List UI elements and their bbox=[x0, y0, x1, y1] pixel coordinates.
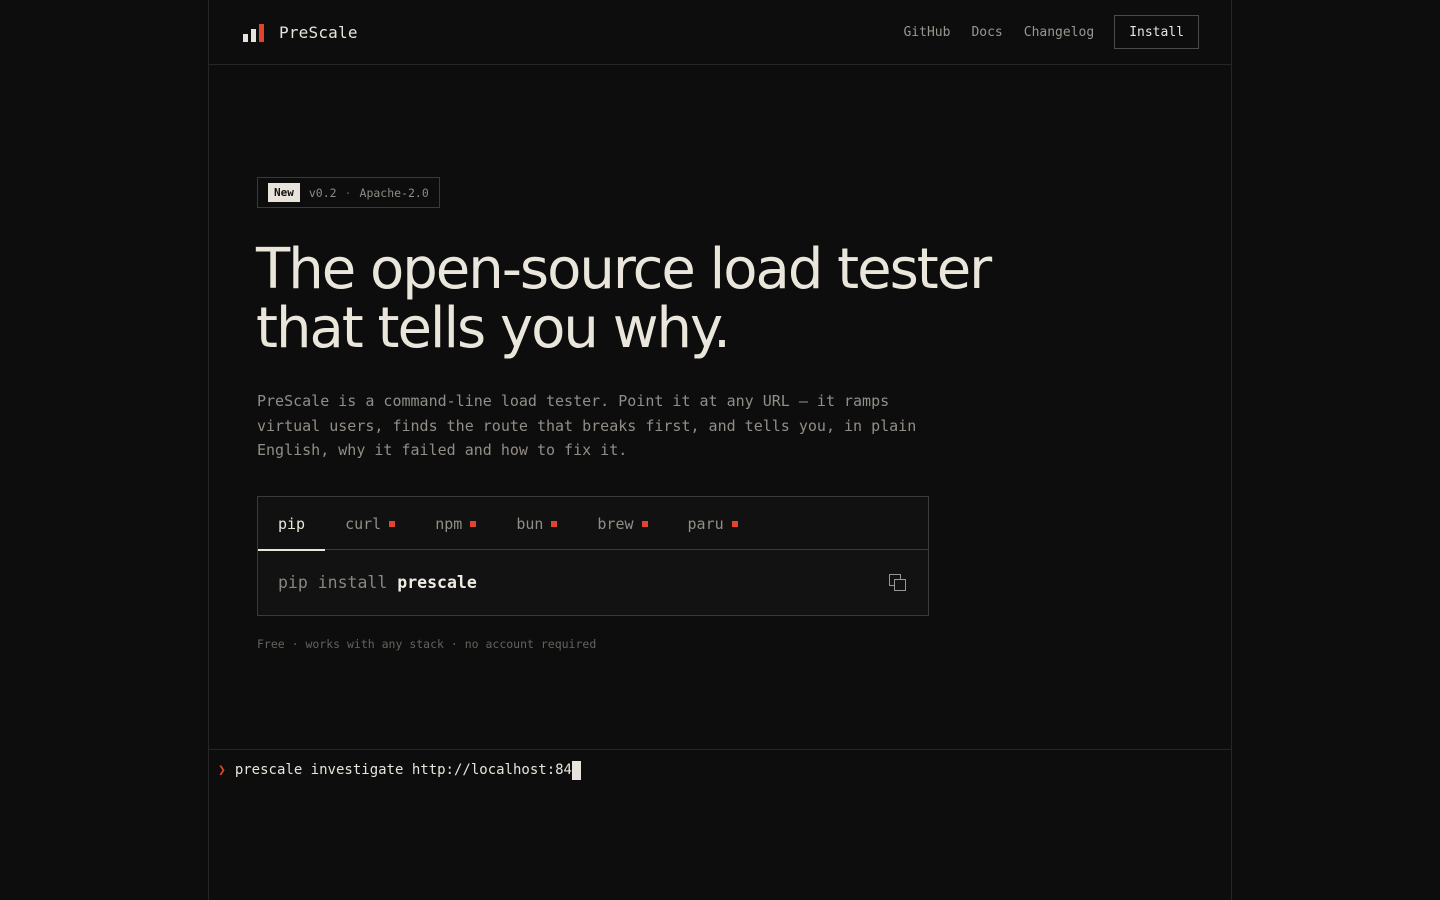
brand-name: PreScale bbox=[279, 22, 358, 42]
hero-title-line-1: The open-source load tester bbox=[256, 237, 992, 302]
top-nav: GitHub Docs Changelog Install bbox=[903, 15, 1199, 49]
install-tabs: pip curl npm bun brew paru bbox=[258, 497, 928, 551]
terminal-input: prescale investigate http://localhost:84 bbox=[234, 762, 572, 778]
license-text: Apache-2.0 bbox=[359, 185, 429, 200]
tab-curl[interactable]: curl bbox=[325, 497, 415, 550]
install-footnote: Free · works with any stack · no account… bbox=[257, 637, 597, 651]
tab-label: bun bbox=[516, 514, 544, 533]
tab-paru[interactable]: paru bbox=[668, 497, 758, 550]
command-package: prescale bbox=[397, 573, 477, 592]
square-marker-icon bbox=[731, 520, 738, 527]
tab-label: brew bbox=[597, 514, 634, 533]
tab-bun[interactable]: bun bbox=[496, 497, 577, 550]
tab-label: curl bbox=[345, 514, 382, 533]
version-text: v0.2 bbox=[308, 185, 337, 200]
hero-description: PreScale is a command-line load tester. … bbox=[257, 392, 917, 459]
tab-label: pip bbox=[278, 514, 306, 533]
bar-chart-icon bbox=[242, 20, 268, 44]
new-tag: New bbox=[268, 183, 300, 202]
square-marker-icon bbox=[470, 520, 477, 527]
badge-separator: · bbox=[344, 185, 352, 200]
copy-icon[interactable] bbox=[888, 573, 908, 593]
install-button[interactable]: Install bbox=[1114, 15, 1199, 49]
square-marker-icon bbox=[389, 520, 396, 527]
nav-link-docs[interactable]: Docs bbox=[971, 25, 1002, 40]
nav-link-changelog[interactable]: Changelog bbox=[1024, 25, 1094, 40]
hero-title: The open-source load tester that tells y… bbox=[256, 240, 1116, 358]
command-prefix: pip install bbox=[278, 573, 388, 592]
tab-label: paru bbox=[687, 514, 724, 533]
site-header: PreScale GitHub Docs Changelog Install bbox=[209, 0, 1231, 65]
version-badge: New v0.2 · Apache-2.0 bbox=[257, 177, 440, 208]
install-panel: pip curl npm bun brew paru pip install p… bbox=[257, 496, 929, 616]
hero-title-line-2: that tells you why. bbox=[256, 296, 731, 361]
text-cursor bbox=[571, 760, 581, 780]
tab-pip[interactable]: pip bbox=[258, 497, 326, 551]
tab-brew[interactable]: brew bbox=[577, 497, 667, 550]
page-frame: PreScale GitHub Docs Changelog Install N… bbox=[208, 0, 1232, 900]
square-marker-icon bbox=[551, 520, 558, 527]
tab-npm[interactable]: npm bbox=[415, 497, 496, 550]
brand[interactable]: PreScale bbox=[242, 20, 358, 44]
terminal-input-line[interactable]: ❯ prescale investigate http://localhost:… bbox=[218, 760, 581, 780]
nav-link-github[interactable]: GitHub bbox=[903, 25, 950, 40]
install-command: pip install prescale bbox=[258, 550, 928, 615]
prompt-icon: ❯ bbox=[218, 762, 226, 778]
tab-label: npm bbox=[435, 514, 463, 533]
terminal-panel[interactable]: ❯ prescale investigate http://localhost:… bbox=[209, 749, 1231, 900]
square-marker-icon bbox=[641, 520, 648, 527]
